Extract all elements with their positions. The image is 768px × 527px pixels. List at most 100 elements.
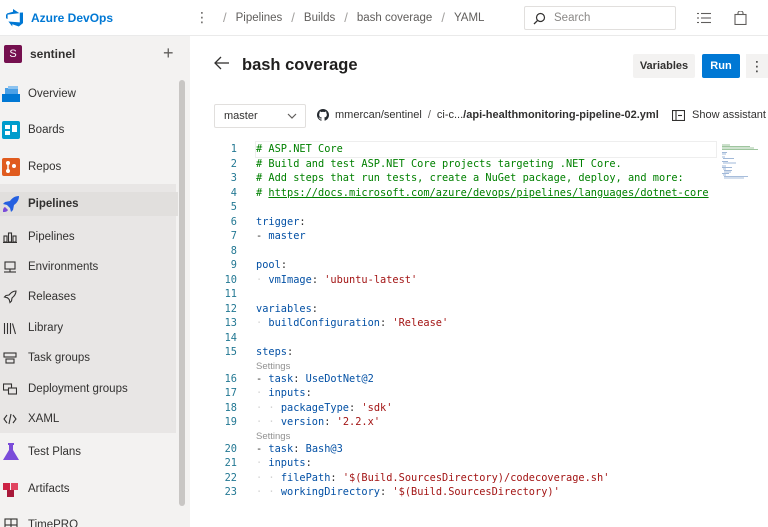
- code-line[interactable]: 10 · vmImage: 'ubuntu-latest': [190, 273, 710, 288]
- line-number: 3: [230, 172, 237, 184]
- show-assistant-label: Show assistant: [692, 109, 766, 121]
- repo-name[interactable]: mmercan/sentinel: [335, 109, 422, 121]
- code-text: - task: UseDotNet@2: [256, 372, 374, 385]
- code-line[interactable]: 14: [190, 331, 710, 346]
- sidebar-item-label: Pipelines: [28, 231, 75, 243]
- code-line[interactable]: 7 - master: [190, 229, 710, 244]
- code-line[interactable]: 20 - task: Bash@3: [190, 442, 710, 457]
- sidebar-item-pipelines-sub[interactable]: Pipelines: [0, 226, 178, 248]
- sidebar-item-artifacts[interactable]: Artifacts: [0, 477, 178, 501]
- pipelines-icon: [2, 195, 20, 213]
- code-line[interactable]: 13 · buildConfiguration: 'Release': [190, 316, 710, 331]
- breadcrumb-yaml[interactable]: YAML: [454, 12, 484, 24]
- breadcrumb-builds[interactable]: Builds: [304, 12, 335, 24]
- sidebar-scrollbar[interactable]: [179, 80, 185, 506]
- sidebar-item-label: Library: [28, 322, 64, 334]
- line-number: 17: [224, 387, 237, 399]
- sidebar-item-timepro[interactable]: TimePRO: [0, 513, 178, 527]
- sidebar-item-test-plans[interactable]: Test Plans: [0, 440, 178, 464]
- breadcrumb-pipelines[interactable]: Pipelines: [236, 12, 283, 24]
- code-text: · inputs:: [256, 387, 312, 399]
- code-text: · · workingDirectory: '$(Build.SourcesDi…: [256, 486, 560, 498]
- code-line[interactable]: 3 # Add steps that run tests, create a Nu…: [190, 171, 710, 186]
- project-header[interactable]: S sentinel +: [0, 36, 190, 72]
- code-line[interactable]: 5: [190, 200, 710, 215]
- sidebar-item-environments[interactable]: Environments: [0, 256, 178, 278]
- code-text: - task: Bash@3: [256, 442, 343, 455]
- code-text: # Add steps that run tests, create a NuG…: [256, 172, 684, 184]
- sidebar-item-pipelines[interactable]: Pipelines: [0, 192, 178, 216]
- list-icon[interactable]: [695, 9, 713, 27]
- test-plans-icon: [2, 443, 20, 461]
- yaml-editor[interactable]: 1 # ASP.NET Core 2 # Build and test ASP.NET…: [190, 140, 768, 527]
- ellipsis-vertical-icon[interactable]: ⋮: [190, 9, 214, 26]
- breadcrumb: ⋮ / Pipelines / Builds / bash coverage /…: [190, 0, 484, 36]
- run-button[interactable]: Run: [702, 54, 740, 78]
- line-number: 22: [224, 471, 237, 484]
- code-line[interactable]: 4 # https://docs.microsoft.com/azure/devo…: [190, 186, 710, 201]
- code-line[interactable]: 17 · inputs:: [190, 386, 710, 401]
- deployment-groups-icon: [3, 382, 17, 396]
- sidebar-item-xaml[interactable]: XAML: [0, 408, 178, 430]
- page-header: bash coverage Variables Run ⋮: [190, 36, 768, 96]
- branch-name: master: [224, 110, 258, 122]
- code-line[interactable]: 16 - task: UseDotNet@2: [190, 372, 710, 387]
- code-line[interactable]: 22 · · filePath: '$(Build.SourcesDirector…: [190, 471, 710, 486]
- artifacts-icon: [2, 480, 20, 498]
- path-prefix[interactable]: ci-c...: [437, 109, 463, 121]
- code-text: · · filePath: '$(Build.SourcesDirectory)…: [256, 471, 610, 484]
- minimap[interactable]: [722, 144, 766, 188]
- page-title: bash coverage: [242, 56, 358, 74]
- code-line[interactable]: 19 · · version: '2.2.x': [190, 415, 710, 430]
- code-line[interactable]: 15 steps:: [190, 345, 710, 360]
- code-line[interactable]: 18 · · packageType: 'sdk': [190, 401, 710, 416]
- code-text: · · packageType: 'sdk': [256, 401, 393, 414]
- code-line[interactable]: 2 # Build and test ASP.NET Core projects …: [190, 157, 710, 172]
- line-number: 14: [224, 331, 237, 344]
- branch-selector[interactable]: master: [214, 104, 306, 128]
- line-number: 6: [230, 215, 237, 228]
- sidebar-item-library[interactable]: Library: [0, 317, 178, 339]
- sidebar-item-label: Test Plans: [28, 446, 82, 458]
- sidebar-item-task-groups[interactable]: Task groups: [0, 347, 178, 369]
- overview-icon: [2, 85, 20, 103]
- code-text: # https://docs.microsoft.com/azure/devop…: [256, 186, 709, 199]
- code-line[interactable]: 23 · · workingDirectory: '$(Build.Sources…: [190, 485, 710, 500]
- line-number: 23: [224, 486, 237, 498]
- back-arrow-icon[interactable]: [214, 56, 232, 74]
- line-number: 21: [224, 457, 237, 469]
- sidebar-item-label: XAML: [28, 413, 60, 425]
- sidebar-item-label: TimePRO: [28, 519, 79, 527]
- code-line[interactable]: 12 variables:: [190, 302, 710, 317]
- shopping-bag-icon[interactable]: [731, 9, 749, 27]
- line-number: 18: [224, 401, 237, 414]
- search-input[interactable]: Search: [524, 6, 676, 30]
- repos-icon: [2, 158, 20, 176]
- code-text: · buildConfiguration: 'Release': [256, 317, 449, 329]
- variables-button[interactable]: Variables: [633, 54, 695, 78]
- code-line[interactable]: 8: [190, 244, 710, 259]
- plus-icon[interactable]: +: [163, 44, 174, 62]
- code-line[interactable]: 11: [190, 287, 710, 302]
- code-line[interactable]: 9 pool:: [190, 258, 710, 273]
- line-number: 7: [230, 230, 237, 242]
- environments-icon: [3, 260, 17, 274]
- github-icon: [317, 109, 329, 121]
- assistant-panel-icon: [672, 109, 685, 121]
- code-line[interactable]: 21 · inputs:: [190, 456, 710, 471]
- breadcrumb-pipeline-name[interactable]: bash coverage: [357, 12, 432, 24]
- sidebar-item-repos[interactable]: Repos: [0, 155, 178, 179]
- sidebar-item-deployment-groups[interactable]: Deployment groups: [0, 378, 178, 400]
- sidebar-item-boards[interactable]: Boards: [0, 118, 178, 142]
- code-line[interactable]: 6 trigger:: [190, 215, 710, 230]
- sidebar-item-label: Pipelines: [28, 198, 79, 210]
- top-bar: Azure DevOps ⋮ / Pipelines / Builds / ba…: [0, 0, 768, 36]
- show-assistant-button[interactable]: Show assistant: [672, 109, 766, 121]
- more-options-button[interactable]: ⋮: [746, 54, 768, 78]
- code-line[interactable]: 1 # ASP.NET Core: [190, 141, 717, 158]
- line-number: 1: [230, 143, 237, 155]
- sidebar-item-overview[interactable]: Overview: [0, 82, 178, 106]
- sidebar-item-releases[interactable]: Releases: [0, 286, 178, 308]
- line-number: 2: [230, 157, 237, 170]
- brand[interactable]: Azure DevOps: [0, 0, 190, 36]
